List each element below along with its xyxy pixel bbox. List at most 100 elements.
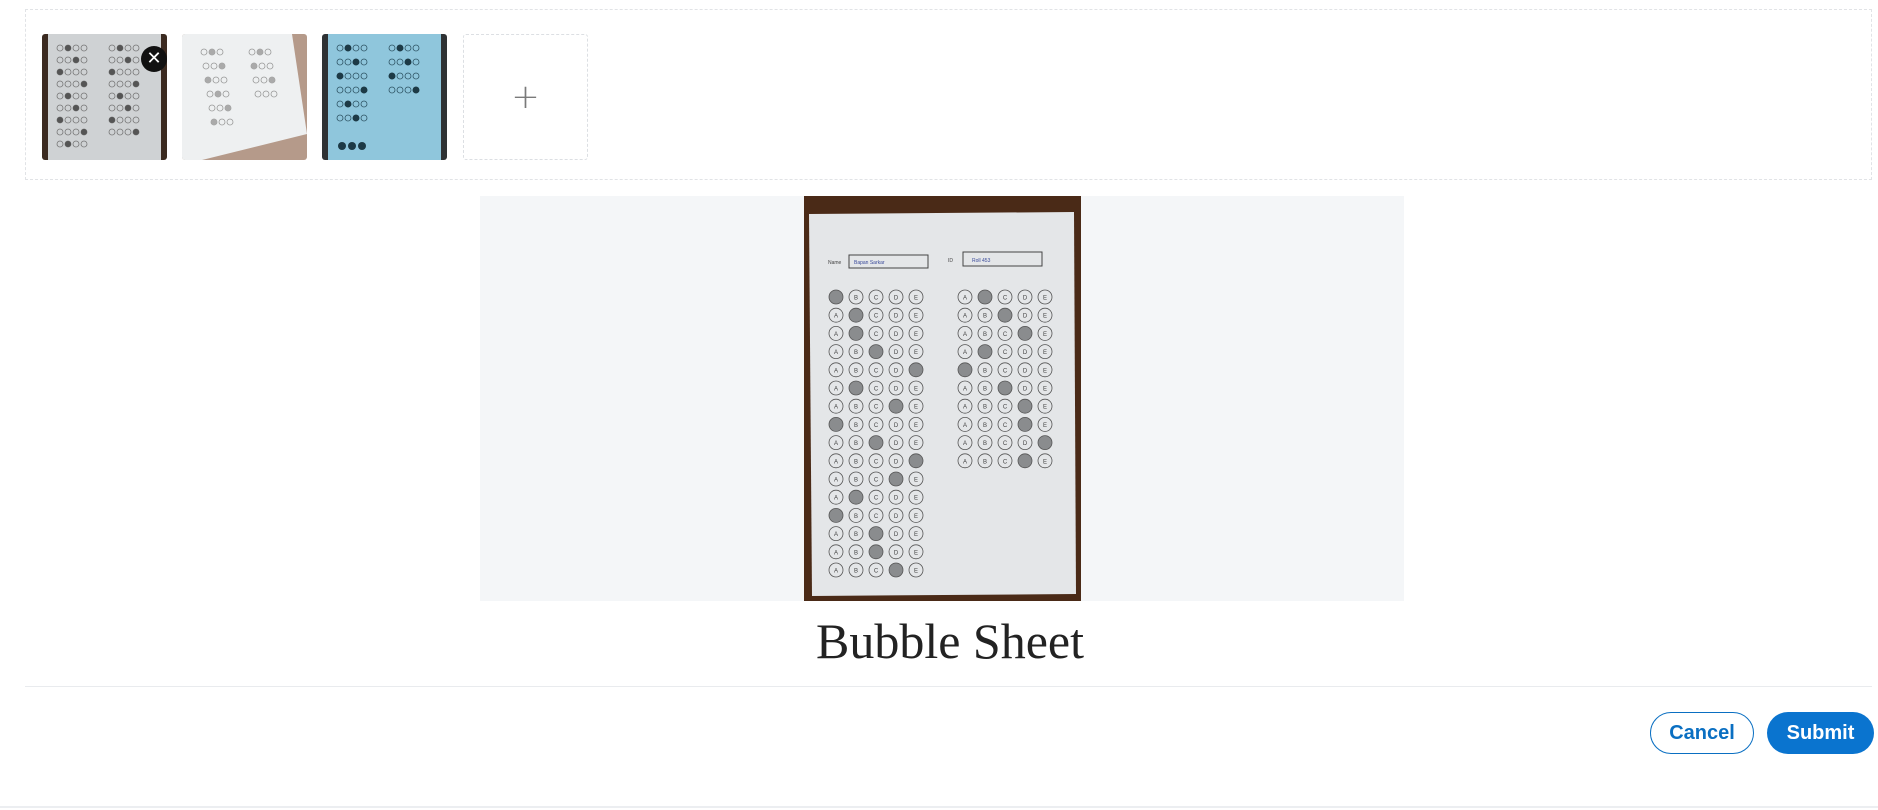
bubble-letter: D <box>894 514 899 520</box>
bubble-letter: B <box>983 368 987 374</box>
bubble-letter: D <box>894 368 899 374</box>
plus-icon: + <box>511 77 540 117</box>
bubble-letter: C <box>874 423 879 429</box>
bubble-letter: E <box>914 314 918 320</box>
bubble-letter: B <box>854 459 858 465</box>
thumbnail-2[interactable] <box>182 34 307 160</box>
bubble-letter: D <box>894 314 899 320</box>
id-label: ID <box>948 258 953 264</box>
bubble-letter: A <box>963 350 967 356</box>
add-image-button[interactable]: + <box>463 34 588 160</box>
bubble-letter: A <box>834 496 838 502</box>
answer-bubble <box>1017 416 1033 432</box>
bubble-letter: C <box>1003 332 1008 338</box>
bubble-letter: A <box>834 550 838 556</box>
bubble-letter: A <box>834 368 838 374</box>
bubble-letter: B <box>854 478 858 484</box>
bubble-letter: C <box>874 368 879 374</box>
bubble-sheet-thumbnail <box>182 34 307 160</box>
bubble-letter: A <box>834 478 838 484</box>
bubble-letter: B <box>983 387 987 393</box>
bubble-letter: B <box>854 350 858 356</box>
bubble-letter: B <box>983 441 987 447</box>
bubble-letter: E <box>914 441 918 447</box>
bubble-letter: E <box>1043 368 1047 374</box>
thumbnail-3[interactable] <box>322 34 447 160</box>
bubble-sheet-photo: Name Bapan Sarkar ID Roll 453 B C D E A C D E A C… <box>804 196 1081 601</box>
bubble-letter: E <box>1043 296 1047 302</box>
bubble-letter: A <box>834 332 838 338</box>
bubble-letter: C <box>874 332 879 338</box>
answer-bubble <box>828 507 844 523</box>
bubble-letter: A <box>963 423 967 429</box>
remove-thumbnail-button[interactable]: ✕ <box>141 46 167 72</box>
id-value: Roll 453 <box>972 258 991 264</box>
answer-bubble <box>888 471 904 487</box>
answer-bubble <box>888 398 904 414</box>
bubble-letter: D <box>894 350 899 356</box>
bubble-letter: E <box>914 550 918 556</box>
bubble-letter: D <box>894 296 899 302</box>
bubble-letter: E <box>914 296 918 302</box>
bubble-letter: D <box>894 532 899 538</box>
answer-bubble <box>977 344 993 360</box>
answer-bubble <box>868 344 884 360</box>
bubble-letter: A <box>834 532 838 538</box>
image-preview: Name Bapan Sarkar ID Roll 453 B C D E A C D E A C… <box>480 196 1404 601</box>
bubble-letter: E <box>914 405 918 411</box>
bubble-letter: B <box>854 423 858 429</box>
thumbnail-1[interactable]: ✕ <box>42 34 167 160</box>
answer-bubble <box>1017 398 1033 414</box>
cancel-button[interactable]: Cancel <box>1650 712 1754 754</box>
bubble-letter: B <box>854 368 858 374</box>
bubble-letter: B <box>854 405 858 411</box>
bubble-letter: A <box>963 405 967 411</box>
bubble-letter: C <box>874 459 879 465</box>
bubble-letter: C <box>1003 459 1008 465</box>
bubble-letter: C <box>1003 368 1008 374</box>
bubble-letter: E <box>914 532 918 538</box>
bubble-letter: D <box>894 550 899 556</box>
bubble-letter: B <box>983 332 987 338</box>
answer-bubble <box>828 416 844 432</box>
divider <box>0 806 1878 808</box>
bubble-letter: C <box>1003 405 1008 411</box>
bubble-letter: D <box>894 459 899 465</box>
close-icon: ✕ <box>146 48 162 69</box>
bubble-letter: D <box>894 387 899 393</box>
bubble-letter: C <box>1003 423 1008 429</box>
bubble-letter: C <box>874 296 879 302</box>
bubble-letter: E <box>1043 332 1047 338</box>
answer-bubble <box>1017 325 1033 341</box>
answer-bubble <box>1017 453 1033 469</box>
answer-bubble <box>997 380 1013 396</box>
image-uploader: ✕ + <box>25 9 1872 180</box>
bubble-letter: B <box>854 532 858 538</box>
bubble-sheet-thumbnail <box>322 34 447 160</box>
bubble-letter: D <box>1023 441 1028 447</box>
bubble-letter: E <box>1043 459 1047 465</box>
bubble-letter: E <box>914 514 918 520</box>
bubble-letter: E <box>914 332 918 338</box>
answer-bubble <box>868 544 884 560</box>
bubble-letter: A <box>963 314 967 320</box>
answer-bubble <box>977 289 993 305</box>
bubble-letter: E <box>914 569 918 575</box>
divider <box>25 686 1872 687</box>
bubble-letter: A <box>834 314 838 320</box>
bubble-letter: E <box>1043 350 1047 356</box>
bubble-letter: C <box>874 387 879 393</box>
bubble-letter: A <box>963 296 967 302</box>
bubble-letter: C <box>1003 441 1008 447</box>
submit-button[interactable]: Submit <box>1767 712 1874 754</box>
bubble-letter: C <box>874 514 879 520</box>
bubble-letter: C <box>874 405 879 411</box>
answer-bubble <box>888 562 904 578</box>
bubble-letter: E <box>1043 387 1047 393</box>
bubble-letter: D <box>894 423 899 429</box>
bubble-letter: B <box>854 514 858 520</box>
bubble-letter: C <box>1003 350 1008 356</box>
answer-bubble <box>848 307 864 323</box>
bubble-letter: A <box>963 459 967 465</box>
bubble-letter: B <box>983 459 987 465</box>
